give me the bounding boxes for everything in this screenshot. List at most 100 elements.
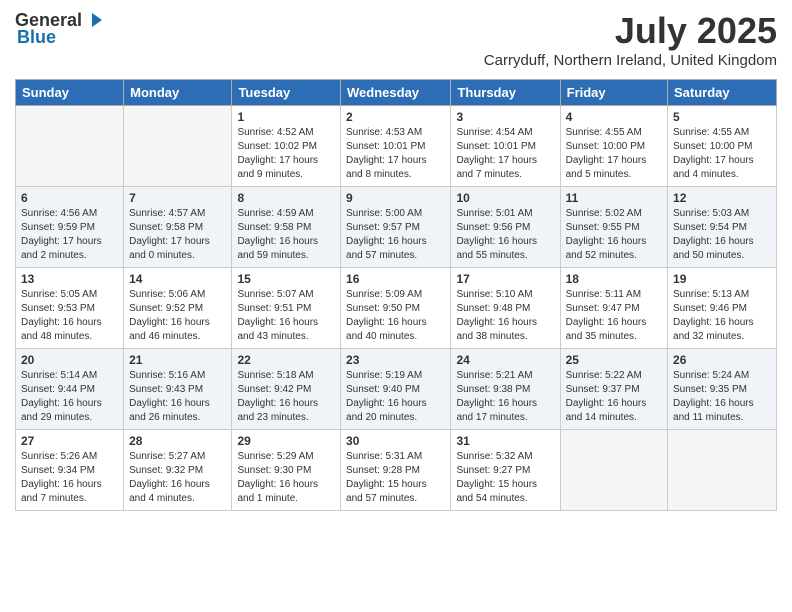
calendar-week-row: 20Sunrise: 5:14 AMSunset: 9:44 PMDayligh… xyxy=(16,349,777,430)
day-number: 28 xyxy=(129,434,226,448)
calendar-day-cell: 3 Sunrise: 4:54 AMSunset: 10:01 PMDayligh… xyxy=(451,106,560,187)
day-number: 8 xyxy=(237,191,335,205)
page-container: General Blue July 2025 Carryduff, Northe… xyxy=(0,0,792,521)
calendar-day-cell: 2Sunrise: 4:53 AMSunset: 10:01 PMDayligh… xyxy=(341,106,451,187)
day-number: 22 xyxy=(237,353,335,367)
calendar-day-cell: 20Sunrise: 5:14 AMSunset: 9:44 PMDayligh… xyxy=(16,349,124,430)
calendar-week-row: 27 Sunrise: 5:26 AMSunset: 9:34 PMDayligh… xyxy=(16,430,777,511)
day-number: 7 xyxy=(129,191,226,205)
day-number: 21 xyxy=(129,353,226,367)
calendar-week-row: 1 Sunrise: 4:52 AMSunset: 10:02 PMDayligh… xyxy=(16,106,777,187)
day-number: 10 xyxy=(456,191,554,205)
day-number: 18 xyxy=(566,272,662,286)
day-info: Sunrise: 4:59 AMSunset: 9:58 PMDaylight:… xyxy=(237,207,335,263)
day-info: Sunrise: 5:10 AMSunset: 9:48 PMDaylight:… xyxy=(456,288,554,344)
calendar-day-cell: 30 Sunrise: 5:31 AMSunset: 9:28 PMDayligh… xyxy=(341,430,451,511)
day-info: Sunrise: 5:03 AMSunset: 9:54 PMDaylight:… xyxy=(673,207,771,263)
day-info: Sunrise: 4:52 AMSunset: 10:02 PMDaylight… xyxy=(237,126,335,182)
calendar-day-cell: 8 Sunrise: 4:59 AMSunset: 9:58 PMDaylight… xyxy=(232,187,341,268)
day-number: 27 xyxy=(21,434,118,448)
day-number: 12 xyxy=(673,191,771,205)
calendar-day-cell xyxy=(668,430,777,511)
calendar-day-cell: 14 Sunrise: 5:06 AMSunset: 9:52 PMDayligh… xyxy=(124,268,232,349)
day-info: Sunrise: 5:31 AMSunset: 9:28 PMDaylight:… xyxy=(346,450,445,506)
calendar-day-cell: 5 Sunrise: 4:55 AMSunset: 10:00 PMDayligh… xyxy=(668,106,777,187)
calendar-week-row: 13 Sunrise: 5:05 AMSunset: 9:53 PMDayligh… xyxy=(16,268,777,349)
day-number: 23 xyxy=(346,353,445,367)
day-info: Sunrise: 5:29 AMSunset: 9:30 PMDaylight:… xyxy=(237,450,335,506)
calendar-day-cell: 15 Sunrise: 5:07 AMSunset: 9:51 PMDayligh… xyxy=(232,268,341,349)
calendar-day-cell: 26Sunrise: 5:24 AMSunset: 9:35 PMDayligh… xyxy=(668,349,777,430)
calendar-day-cell: 25 Sunrise: 5:22 AMSunset: 9:37 PMDayligh… xyxy=(560,349,667,430)
day-info: Sunrise: 5:13 AMSunset: 9:46 PMDaylight:… xyxy=(673,288,771,344)
day-number: 17 xyxy=(456,272,554,286)
day-number: 11 xyxy=(566,191,662,205)
calendar-day-cell: 31Sunrise: 5:32 AMSunset: 9:27 PMDayligh… xyxy=(451,430,560,511)
day-number: 19 xyxy=(673,272,771,286)
calendar-day-cell: 27 Sunrise: 5:26 AMSunset: 9:34 PMDayligh… xyxy=(16,430,124,511)
calendar-day-cell: 11 Sunrise: 5:02 AMSunset: 9:55 PMDayligh… xyxy=(560,187,667,268)
day-info: Sunrise: 5:01 AMSunset: 9:56 PMDaylight:… xyxy=(456,207,554,263)
day-number: 15 xyxy=(237,272,335,286)
day-number: 9 xyxy=(346,191,445,205)
day-number: 13 xyxy=(21,272,118,286)
calendar-day-cell: 18Sunrise: 5:11 AMSunset: 9:47 PMDayligh… xyxy=(560,268,667,349)
calendar-day-cell: 16Sunrise: 5:09 AMSunset: 9:50 PMDayligh… xyxy=(341,268,451,349)
calendar-day-cell: 13 Sunrise: 5:05 AMSunset: 9:53 PMDayligh… xyxy=(16,268,124,349)
calendar-day-cell: 17 Sunrise: 5:10 AMSunset: 9:48 PMDayligh… xyxy=(451,268,560,349)
calendar-day-cell: 6Sunrise: 4:56 AMSunset: 9:59 PMDaylight… xyxy=(16,187,124,268)
day-number: 14 xyxy=(129,272,226,286)
calendar-day-cell: 7Sunrise: 4:57 AMSunset: 9:58 PMDaylight… xyxy=(124,187,232,268)
page-subtitle: Carryduff, Northern Ireland, United King… xyxy=(484,52,777,69)
day-info: Sunrise: 5:26 AMSunset: 9:34 PMDaylight:… xyxy=(21,450,118,506)
day-info: Sunrise: 4:54 AMSunset: 10:01 PMDaylight… xyxy=(456,126,554,182)
weekday-header: Wednesday xyxy=(341,80,451,106)
calendar-week-row: 6Sunrise: 4:56 AMSunset: 9:59 PMDaylight… xyxy=(16,187,777,268)
logo-icon xyxy=(84,9,106,31)
calendar-day-cell xyxy=(16,106,124,187)
calendar-day-cell: 1 Sunrise: 4:52 AMSunset: 10:02 PMDayligh… xyxy=(232,106,341,187)
day-info: Sunrise: 5:00 AMSunset: 9:57 PMDaylight:… xyxy=(346,207,445,263)
calendar-day-cell xyxy=(124,106,232,187)
day-info: Sunrise: 5:19 AMSunset: 9:40 PMDaylight:… xyxy=(346,369,445,425)
header: General Blue July 2025 Carryduff, Northe… xyxy=(15,10,777,75)
calendar-day-cell: 21 Sunrise: 5:16 AMSunset: 9:43 PMDayligh… xyxy=(124,349,232,430)
weekday-header: Thursday xyxy=(451,80,560,106)
day-number: 29 xyxy=(237,434,335,448)
weekday-header: Monday xyxy=(124,80,232,106)
weekday-header: Sunday xyxy=(16,80,124,106)
day-number: 4 xyxy=(566,110,662,124)
day-number: 2 xyxy=(346,110,445,124)
weekday-header: Friday xyxy=(560,80,667,106)
title-block: July 2025 Carryduff, Northern Ireland, U… xyxy=(484,10,777,75)
calendar-day-cell: 24Sunrise: 5:21 AMSunset: 9:38 PMDayligh… xyxy=(451,349,560,430)
day-info: Sunrise: 5:05 AMSunset: 9:53 PMDaylight:… xyxy=(21,288,118,344)
day-info: Sunrise: 5:22 AMSunset: 9:37 PMDaylight:… xyxy=(566,369,662,425)
day-info: Sunrise: 5:06 AMSunset: 9:52 PMDaylight:… xyxy=(129,288,226,344)
calendar-header-row: SundayMondayTuesdayWednesdayThursdayFrid… xyxy=(16,80,777,106)
page-title: July 2025 xyxy=(484,10,777,52)
day-info: Sunrise: 5:02 AMSunset: 9:55 PMDaylight:… xyxy=(566,207,662,263)
day-number: 5 xyxy=(673,110,771,124)
day-info: Sunrise: 5:14 AMSunset: 9:44 PMDaylight:… xyxy=(21,369,118,425)
day-number: 25 xyxy=(566,353,662,367)
day-number: 1 xyxy=(237,110,335,124)
calendar-table: SundayMondayTuesdayWednesdayThursdayFrid… xyxy=(15,79,777,511)
calendar-day-cell: 23 Sunrise: 5:19 AMSunset: 9:40 PMDayligh… xyxy=(341,349,451,430)
day-number: 24 xyxy=(456,353,554,367)
day-number: 3 xyxy=(456,110,554,124)
calendar-day-cell: 22Sunrise: 5:18 AMSunset: 9:42 PMDayligh… xyxy=(232,349,341,430)
calendar-day-cell: 4Sunrise: 4:55 AMSunset: 10:00 PMDayligh… xyxy=(560,106,667,187)
day-number: 31 xyxy=(456,434,554,448)
day-info: Sunrise: 5:07 AMSunset: 9:51 PMDaylight:… xyxy=(237,288,335,344)
day-number: 26 xyxy=(673,353,771,367)
calendar-day-cell xyxy=(560,430,667,511)
day-number: 30 xyxy=(346,434,445,448)
logo: General Blue xyxy=(15,10,106,48)
calendar-day-cell: 19 Sunrise: 5:13 AMSunset: 9:46 PMDayligh… xyxy=(668,268,777,349)
calendar-day-cell: 9 Sunrise: 5:00 AMSunset: 9:57 PMDaylight… xyxy=(341,187,451,268)
logo-blue: Blue xyxy=(17,27,56,48)
day-info: Sunrise: 4:55 AMSunset: 10:00 PMDaylight… xyxy=(673,126,771,182)
day-info: Sunrise: 5:16 AMSunset: 9:43 PMDaylight:… xyxy=(129,369,226,425)
calendar-day-cell: 12 Sunrise: 5:03 AMSunset: 9:54 PMDayligh… xyxy=(668,187,777,268)
